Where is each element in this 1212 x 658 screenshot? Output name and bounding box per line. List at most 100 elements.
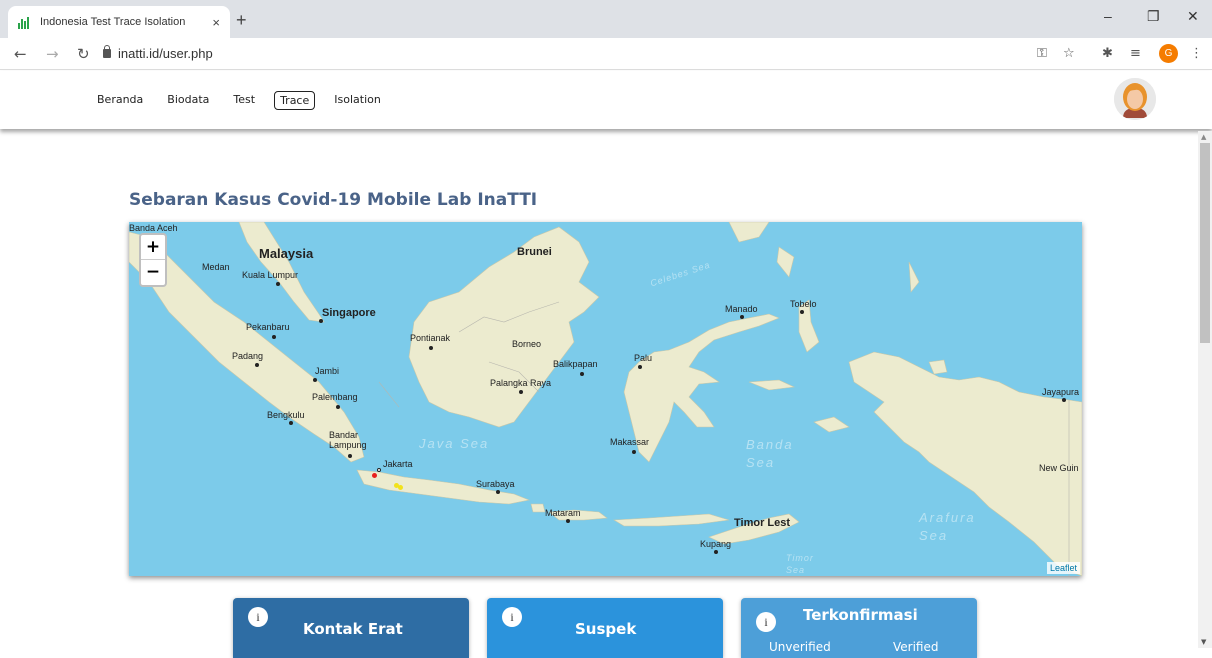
reload-icon[interactable]: ↻ [77,45,90,63]
label-makassar: Makassar [610,437,650,447]
label-padang: Padang [232,351,264,361]
label-palangka-raya: Palangka Raya [490,378,552,388]
info-icon: i [502,607,522,627]
minimize-button[interactable]: – [1104,8,1112,24]
scroll-up-icon[interactable]: ▲ [1201,133,1206,141]
city-dot [519,390,523,394]
city-dot [289,421,293,425]
covid-map[interactable]: Banda Aceh Malaysia Brunei Medan Kuala L… [129,222,1082,576]
tab-title: Indonesia Test Trace Isolation [40,16,186,28]
page-scrollbar[interactable]: ▲ ▼ [1198,131,1212,648]
label-jambi: Jambi [315,366,340,376]
card-title: Kontak Erat [303,620,403,638]
capital-dot [377,468,381,472]
card-title: Suspek [575,620,637,638]
new-tab-button[interactable]: + [236,10,247,31]
city-dot [800,310,804,314]
menu-kebab-icon[interactable]: ⋮ [1190,46,1203,61]
unverified-label: Unverified [769,640,831,654]
city-dot [276,282,280,286]
key-icon[interactable]: ⚿ [1037,46,1047,61]
nav-links: Beranda Biodata Test Trace Isolation [92,91,400,110]
tab-close-icon[interactable]: × [212,15,220,30]
city-dot [714,550,718,554]
info-icon: i [756,612,776,632]
forward-arrow-icon[interactable]: → [46,45,59,63]
label-jakarta: Jakarta [383,459,413,469]
restore-button[interactable]: ❐ [1147,8,1160,25]
leaflet-attribution-link[interactable]: Leaflet [1046,562,1080,574]
zoom-out-button[interactable]: − [141,260,165,285]
label-tobelo: Tobelo [790,299,817,309]
map-zoom-control: + − [139,233,167,287]
info-icon: i [248,607,268,627]
lock-icon [103,45,111,58]
city-dot [740,315,744,319]
label-banda-sea: Banda Sea [746,437,794,470]
city-dot [632,450,636,454]
case-marker-red[interactable] [372,473,377,478]
url-field[interactable]: inatti.id/user.php [118,46,213,61]
label-bandar-lampung: Bandar Lampung [329,430,367,450]
browser-tab[interactable]: Indonesia Test Trace Isolation × [8,6,230,38]
label-kupang: Kupang [700,539,732,549]
city-dot [313,378,317,382]
city-dot [429,346,433,350]
card-suspek[interactable]: i Suspek [487,598,723,658]
city-dot [496,490,500,494]
scrollbar-thumb[interactable] [1200,143,1210,343]
address-bar: ← → ↻ inatti.id/user.php ⚿ ☆ ✱ ≡ G ⋮ [0,38,1212,70]
window-close-button[interactable]: ✕ [1187,8,1199,25]
user-avatar-icon [1114,78,1156,120]
label-kuala-lumpur: Kuala Lumpur [242,270,299,280]
card-kontak-erat[interactable]: i Kontak Erat [233,598,469,658]
city-dot [255,363,259,367]
label-medan: Medan [202,262,230,272]
label-pontianak: Pontianak [410,333,451,343]
site-favicon-icon [18,15,32,29]
label-bengkulu: Bengkulu [267,410,305,420]
label-new-guinea: New Guin [1039,463,1079,473]
extensions-icon[interactable]: ✱ [1102,46,1113,61]
label-jayapura: Jayapura [1042,387,1080,397]
nav-test[interactable]: Test [228,91,260,110]
site-navbar: Beranda Biodata Test Trace Isolation [0,71,1212,129]
label-arafura-sea: Arafura Sea [919,510,976,543]
city-dot [638,365,642,369]
zoom-in-button[interactable]: + [141,235,165,260]
label-borneo: Borneo [512,339,542,349]
label-palu: Palu [634,353,653,363]
city-dot [566,519,570,523]
label-manado: Manado [725,304,758,314]
label-brunei: Brunei [517,246,552,258]
user-avatar[interactable] [1114,78,1156,120]
city-dot [580,372,584,376]
media-playlist-icon[interactable]: ≡ [1130,46,1141,61]
page-title: Sebaran Kasus Covid-19 Mobile Lab InaTTI [129,190,538,210]
case-marker-yellow[interactable] [398,485,403,490]
label-pekanbaru: Pekanbaru [246,322,290,332]
label-mataram: Mataram [545,508,581,518]
label-singapore: Singapore [322,307,376,319]
label-banda-aceh: Banda Aceh [129,223,178,233]
back-arrow-icon[interactable]: ← [14,45,27,63]
label-timor-sea: Timor Sea [786,553,814,575]
label-malaysia: Malaysia [259,246,314,261]
card-title: Terkonfirmasi [803,606,918,624]
profile-avatar[interactable]: G [1159,44,1178,63]
bookmark-star-icon[interactable]: ☆ [1063,46,1075,61]
city-dot [319,319,323,323]
nav-beranda[interactable]: Beranda [92,91,148,110]
card-terkonfirmasi[interactable]: i Terkonfirmasi Unverified Verified [741,598,977,658]
label-palembang: Palembang [312,392,358,402]
nav-biodata[interactable]: Biodata [162,91,214,110]
label-java-sea: Java Sea [419,436,490,451]
city-dot [272,335,276,339]
label-timor-leste: Timor Lest [734,517,791,529]
nav-trace[interactable]: Trace [274,91,316,110]
scroll-down-icon[interactable]: ▼ [1201,638,1206,646]
verified-label: Verified [893,640,939,654]
nav-isolation[interactable]: Isolation [329,91,386,110]
city-dot [1062,398,1066,402]
browser-tab-bar: Indonesia Test Trace Isolation × + – ❐ ✕ [0,0,1212,38]
